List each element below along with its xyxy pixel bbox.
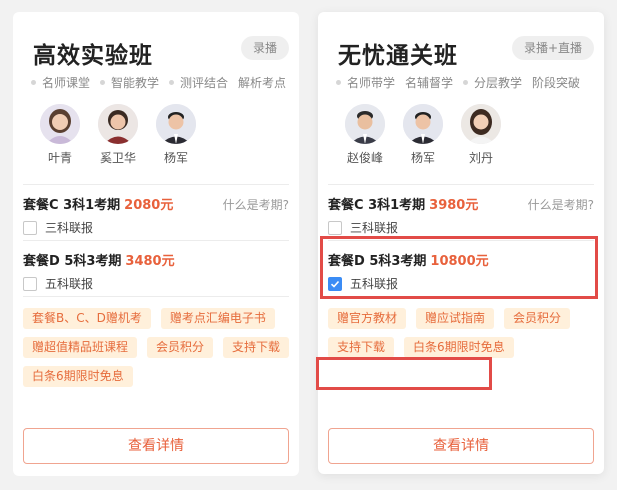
exam-period-help-link[interactable]: 什么是考期? bbox=[223, 196, 289, 213]
divider bbox=[23, 240, 289, 241]
benefit-tag: 支持下载 bbox=[223, 337, 290, 358]
course-title: 高效实验班 bbox=[33, 43, 153, 69]
package-option[interactable]: 套餐D 5科3考期 10800元 五科联报 bbox=[328, 250, 594, 292]
bullet-dot-icon bbox=[169, 80, 175, 85]
feature-item: 解析考点 bbox=[238, 76, 287, 90]
package-price: 10800元 bbox=[430, 254, 489, 269]
benefit-tag: 会员积分 bbox=[504, 308, 571, 329]
divider bbox=[23, 296, 289, 297]
package-option[interactable]: 套餐C 3科1考期 3980元 什么是考期? 三科联报 bbox=[328, 194, 594, 236]
package-title: 套餐C 3科1考期 bbox=[23, 198, 121, 213]
course-card-efficient-lab: 高效实验班 录播 名师课堂 智能教学 测评结合 解析考点 叶青 奚卫华 杨军 套… bbox=[13, 12, 299, 476]
feature-item: 测评结合 bbox=[169, 74, 228, 91]
teacher[interactable]: 刘丹 bbox=[452, 104, 510, 166]
package-checkbox[interactable] bbox=[328, 220, 342, 235]
package-checkbox-checked[interactable] bbox=[328, 276, 342, 291]
feature-item: 分层教学 bbox=[463, 74, 522, 91]
course-card-worry-free: 无忧通关班 录播+直播 名师带学 名辅督学 分层教学 阶段突破 赵俊峰 杨军 刘… bbox=[318, 12, 604, 474]
feature-item: 名师课堂 bbox=[31, 74, 90, 91]
package-title: 套餐D 5科3考期 bbox=[23, 254, 122, 269]
teacher-name: 赵俊峰 bbox=[346, 151, 383, 165]
female-teacher-avatar-icon bbox=[40, 104, 80, 144]
package-option-label: 三科联报 bbox=[45, 221, 94, 235]
teacher-list: 赵俊峰 杨军 刘丹 bbox=[336, 104, 510, 166]
female-teacher-avatar-icon bbox=[98, 104, 138, 144]
package-checkbox[interactable] bbox=[23, 220, 37, 235]
benefit-tags: 赠官方教材 赠应试指南 会员积分 支持下载 白条6期限时免息 bbox=[328, 308, 598, 358]
teacher[interactable]: 杨军 bbox=[147, 104, 205, 166]
package-option-label: 五科联报 bbox=[350, 277, 399, 291]
divider bbox=[23, 184, 289, 185]
package-price: 2080元 bbox=[124, 198, 174, 213]
package-option-label: 五科联报 bbox=[45, 277, 94, 291]
divider bbox=[328, 296, 594, 297]
benefit-tag: 会员积分 bbox=[147, 337, 214, 358]
package-title: 套餐C 3科1考期 bbox=[328, 198, 426, 213]
checkmark-icon bbox=[330, 280, 340, 288]
package-option-label: 三科联报 bbox=[350, 221, 399, 235]
male-teacher-avatar-icon bbox=[403, 104, 443, 144]
feature-list: 名师课堂 智能教学 测评结合 解析考点 bbox=[31, 74, 286, 91]
feature-item: 阶段突破 bbox=[532, 76, 581, 90]
benefit-tag: 支持下载 bbox=[328, 337, 395, 358]
teacher-list: 叶青 奚卫华 杨军 bbox=[31, 104, 205, 166]
teacher-name: 奚卫华 bbox=[99, 151, 136, 165]
package-price: 3980元 bbox=[429, 198, 479, 213]
package-option[interactable]: 套餐D 5科3考期 3480元 五科联报 bbox=[23, 250, 289, 292]
feature-item: 名师带学 bbox=[336, 74, 395, 91]
benefit-tags: 套餐B、C、D赠机考 赠考点汇编电子书 赠超值精品班课程 会员积分 支持下载 白… bbox=[23, 308, 293, 387]
exam-period-help-link[interactable]: 什么是考期? bbox=[528, 196, 594, 213]
bullet-dot-icon bbox=[31, 80, 36, 85]
benefit-tag: 白条6期限时免息 bbox=[23, 366, 133, 387]
divider bbox=[328, 240, 594, 241]
view-details-button[interactable]: 查看详情 bbox=[23, 428, 289, 464]
view-details-button[interactable]: 查看详情 bbox=[328, 428, 594, 464]
benefit-tag: 套餐B、C、D赠机考 bbox=[23, 308, 151, 329]
female-teacher-avatar-icon bbox=[461, 104, 501, 144]
teacher-name: 杨军 bbox=[410, 151, 435, 165]
benefit-tag: 赠考点汇编电子书 bbox=[160, 308, 275, 329]
package-title: 套餐D 5科3考期 bbox=[328, 254, 427, 269]
delivery-mode-badge: 录播+直播 bbox=[511, 36, 594, 60]
bullet-dot-icon bbox=[100, 80, 106, 85]
feature-list: 名师带学 名辅督学 分层教学 阶段突破 bbox=[336, 74, 580, 91]
benefit-tag: 白条6期限时免息 bbox=[404, 337, 514, 358]
package-option[interactable]: 套餐C 3科1考期 2080元 什么是考期? 三科联报 bbox=[23, 194, 289, 236]
feature-item: 智能教学 bbox=[100, 74, 159, 91]
package-price: 3480元 bbox=[125, 254, 175, 269]
course-title: 无忧通关班 bbox=[338, 43, 458, 69]
package-checkbox[interactable] bbox=[23, 276, 37, 291]
teacher[interactable]: 奚卫华 bbox=[89, 104, 147, 166]
benefit-tag: 赠应试指南 bbox=[416, 308, 495, 329]
benefit-tag: 赠官方教材 bbox=[328, 308, 407, 329]
teacher[interactable]: 赵俊峰 bbox=[336, 104, 394, 166]
feature-item: 名辅督学 bbox=[405, 76, 454, 90]
delivery-mode-badge: 录播 bbox=[240, 36, 289, 60]
divider bbox=[328, 184, 594, 185]
bullet-dot-icon bbox=[463, 80, 469, 85]
bullet-dot-icon bbox=[336, 80, 341, 85]
benefit-tag: 赠超值精品班课程 bbox=[23, 337, 138, 358]
teacher-name: 刘丹 bbox=[468, 151, 493, 165]
teacher[interactable]: 叶青 bbox=[31, 104, 89, 166]
male-teacher-avatar-icon bbox=[156, 104, 196, 144]
teacher-name: 杨军 bbox=[163, 151, 188, 165]
male-teacher-avatar-icon bbox=[345, 104, 385, 144]
teacher[interactable]: 杨军 bbox=[394, 104, 452, 166]
teacher-name: 叶青 bbox=[47, 151, 72, 165]
